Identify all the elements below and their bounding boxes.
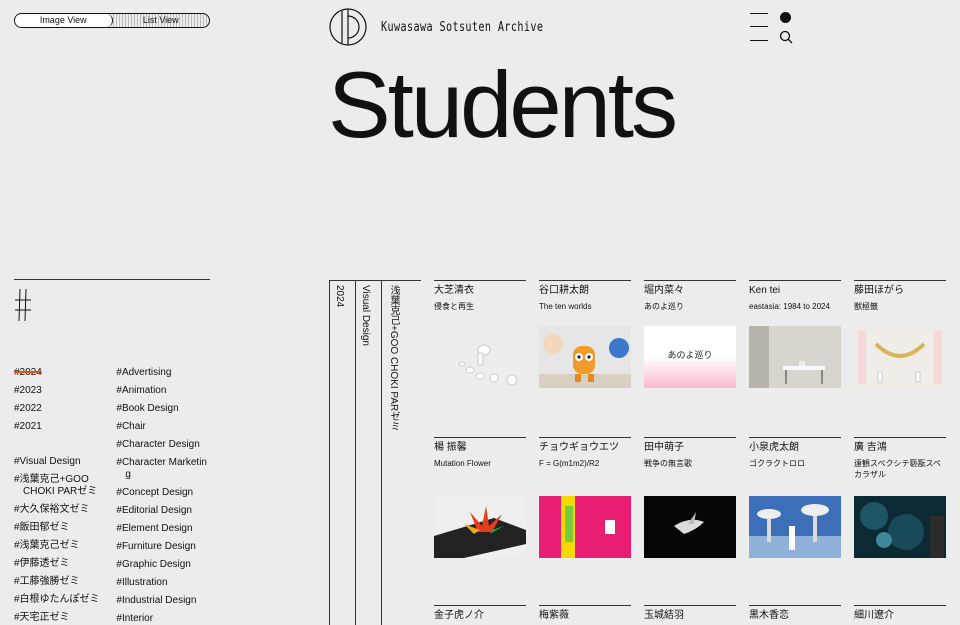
student-card[interactable]: 堀内菜々 あのよ巡り bbox=[644, 280, 736, 312]
filter-category-tag[interactable]: #Furniture Design bbox=[116, 538, 210, 556]
student-name: 大芝清衣 bbox=[434, 285, 474, 296]
work-title: F = G(m1m2)/R2 bbox=[539, 459, 600, 468]
breadcrumb-seminar-label: 浅葉克己+GOO CHOKI PARゼミ bbox=[388, 285, 399, 432]
student-card[interactable]: 金子虎ノ介 bbox=[434, 605, 526, 622]
search-icon[interactable] bbox=[779, 30, 793, 44]
logo-text: Kuwasawa Sotsuten Archive bbox=[381, 19, 544, 35]
student-name: 玉城結羽 bbox=[644, 610, 684, 621]
list-view-button[interactable]: List View bbox=[112, 14, 209, 27]
work-thumbnail[interactable] bbox=[434, 496, 526, 558]
student-name: 細川遼介 bbox=[854, 610, 894, 621]
student-name: 黒木香恋 bbox=[749, 610, 789, 621]
filter-panel: #2024 #2023 #2022 #2021 #Visual Design #… bbox=[14, 279, 210, 624]
breadcrumb-year-label: 2024 bbox=[334, 285, 345, 308]
filter-category-tag[interactable]: #Character Marketing bbox=[116, 454, 210, 484]
filter-year-tag[interactable]: #2024 bbox=[14, 364, 116, 382]
student-card[interactable]: 田中萌子 戦争の無言歌 bbox=[644, 437, 736, 469]
breadcrumb-course[interactable]: Visual Design bbox=[355, 280, 381, 625]
breadcrumb-year[interactable]: 2024 bbox=[329, 280, 355, 625]
filter-category-tag[interactable]: #Interior bbox=[116, 610, 210, 625]
thumbnail-text: あのよ巡り bbox=[667, 350, 712, 361]
menu-icon[interactable] bbox=[750, 12, 768, 42]
student-name: 金子虎ノ介 bbox=[434, 610, 484, 621]
filter-category-tag[interactable]: #Animation bbox=[116, 382, 210, 400]
work-title: Mutation Flower bbox=[434, 459, 491, 468]
student-name: 堀内菜々 bbox=[644, 285, 684, 296]
student-card[interactable]: 大芝清衣 侵食と再生 bbox=[434, 280, 526, 312]
student-name: 廣 吉鴻 bbox=[854, 442, 887, 453]
work-title: 戦争の無言歌 bbox=[644, 459, 692, 468]
work-title: The ten worlds bbox=[539, 302, 592, 311]
filter-course-tag[interactable]: #浅葉克己ゼミ bbox=[14, 537, 116, 555]
student-name: 小泉虎太朗 bbox=[749, 442, 799, 453]
student-card[interactable]: 小泉虎太朗 ゴクラクトロロ bbox=[749, 437, 841, 469]
work-title: 獣極籤 bbox=[854, 302, 878, 311]
work-thumbnail[interactable] bbox=[749, 496, 841, 558]
student-card[interactable]: 廣 吉鴻 遠観スペクシテ褻翫スペカラザル bbox=[854, 437, 946, 480]
filter-course-tag[interactable]: #天宅正ゼミ bbox=[14, 609, 116, 625]
student-card[interactable]: 細川遼介 bbox=[854, 605, 946, 622]
student-card[interactable]: 谷口耕太朗 The ten worlds bbox=[539, 280, 631, 312]
student-card[interactable]: 楊 振馨 Mutation Flower bbox=[434, 437, 526, 469]
site-logo[interactable]: Kuwasawa Sotsuten Archive bbox=[329, 8, 589, 46]
work-thumbnail[interactable] bbox=[539, 496, 631, 558]
dot-icon[interactable] bbox=[780, 12, 791, 23]
work-thumbnail[interactable]: あのよ巡り bbox=[644, 326, 736, 388]
student-card[interactable]: 藤田ほがら 獣極籤 bbox=[854, 280, 946, 312]
filter-course-tag[interactable]: #工藤強勝ゼミ bbox=[14, 573, 116, 591]
student-name: 藤田ほがら bbox=[854, 285, 904, 296]
filter-category-tag[interactable]: #Industrial Design bbox=[116, 592, 210, 610]
category-filters: #Advertising #Animation #Book Design #Ch… bbox=[116, 364, 210, 625]
filter-category-tag[interactable]: #Element Design bbox=[116, 520, 210, 538]
filter-course-tag[interactable]: #Visual Design bbox=[14, 453, 116, 471]
filter-category-tag[interactable]: #Book Design bbox=[116, 400, 210, 418]
filter-category-tag[interactable]: #Advertising bbox=[116, 364, 210, 382]
page-title: Students bbox=[328, 52, 678, 157]
student-name: 楊 振馨 bbox=[434, 442, 467, 453]
student-name: 梅紫薇 bbox=[539, 610, 569, 621]
work-thumbnail[interactable] bbox=[644, 496, 736, 558]
work-title: ゴクラクトロロ bbox=[749, 459, 805, 468]
student-card[interactable]: Ken tei eastasia: 1984 to 2024 bbox=[749, 280, 841, 312]
student-card[interactable]: チョウギョウエツ F = G(m1m2)/R2 bbox=[539, 437, 631, 469]
work-title: eastasia: 1984 to 2024 bbox=[749, 302, 830, 311]
filter-course-tag[interactable]: #大久保裕文ゼミ bbox=[14, 501, 116, 519]
filter-category-tag[interactable]: #Illustration bbox=[116, 574, 210, 592]
work-thumbnail[interactable] bbox=[539, 326, 631, 388]
work-thumbnail[interactable] bbox=[749, 326, 841, 388]
work-title: 遠観スペクシテ褻翫スペカラザル bbox=[854, 459, 941, 479]
student-card[interactable]: 玉城結羽 bbox=[644, 605, 736, 622]
filter-year-tag[interactable]: #2022 bbox=[14, 400, 116, 418]
work-thumbnail[interactable] bbox=[434, 326, 526, 388]
filter-course-tag[interactable]: #白根ゆたんぽゼミ bbox=[14, 591, 116, 609]
work-title: 侵食と再生 bbox=[434, 302, 474, 311]
filter-course-tag[interactable]: #飯田郁ゼミ bbox=[14, 519, 116, 537]
view-toggle[interactable]: Image View List View bbox=[14, 13, 210, 28]
year-course-filters: #2024 #2023 #2022 #2021 #Visual Design #… bbox=[14, 364, 116, 625]
filter-course-tag[interactable]: #浅葉克己+GOO CHOKI PARゼミ bbox=[14, 471, 116, 501]
image-view-button[interactable]: Image View bbox=[15, 14, 113, 27]
student-name: 田中萌子 bbox=[644, 442, 684, 453]
filter-category-tag[interactable]: #Editorial Design bbox=[116, 502, 210, 520]
breadcrumb-seminar[interactable]: 浅葉克己+GOO CHOKI PARゼミ bbox=[381, 280, 421, 625]
student-card[interactable]: 梅紫薇 bbox=[539, 605, 631, 622]
breadcrumb-course-label: Visual Design bbox=[360, 285, 371, 346]
student-card[interactable]: 黒木香恋 bbox=[749, 605, 841, 622]
student-name: チョウギョウエツ bbox=[539, 442, 619, 453]
work-thumbnail[interactable] bbox=[854, 326, 946, 388]
filter-year-tag[interactable]: #2023 bbox=[14, 382, 116, 400]
hash-icon bbox=[15, 288, 31, 322]
work-title: あのよ巡り bbox=[644, 302, 684, 311]
filter-category-tag[interactable]: #Graphic Design bbox=[116, 556, 210, 574]
logo-mark-icon bbox=[329, 8, 367, 46]
student-name: Ken tei bbox=[749, 285, 781, 296]
filter-category-tag[interactable]: #Character Design bbox=[116, 436, 210, 454]
filter-category-tag[interactable]: #Chair bbox=[116, 418, 210, 436]
filter-course-tag[interactable]: #伊藤透ゼミ bbox=[14, 555, 116, 573]
filter-year-tag[interactable]: #2021 bbox=[14, 418, 116, 436]
filter-category-tag[interactable]: #Concept Design bbox=[116, 484, 210, 502]
work-thumbnail[interactable] bbox=[854, 496, 946, 558]
student-name: 谷口耕太朗 bbox=[539, 285, 589, 296]
